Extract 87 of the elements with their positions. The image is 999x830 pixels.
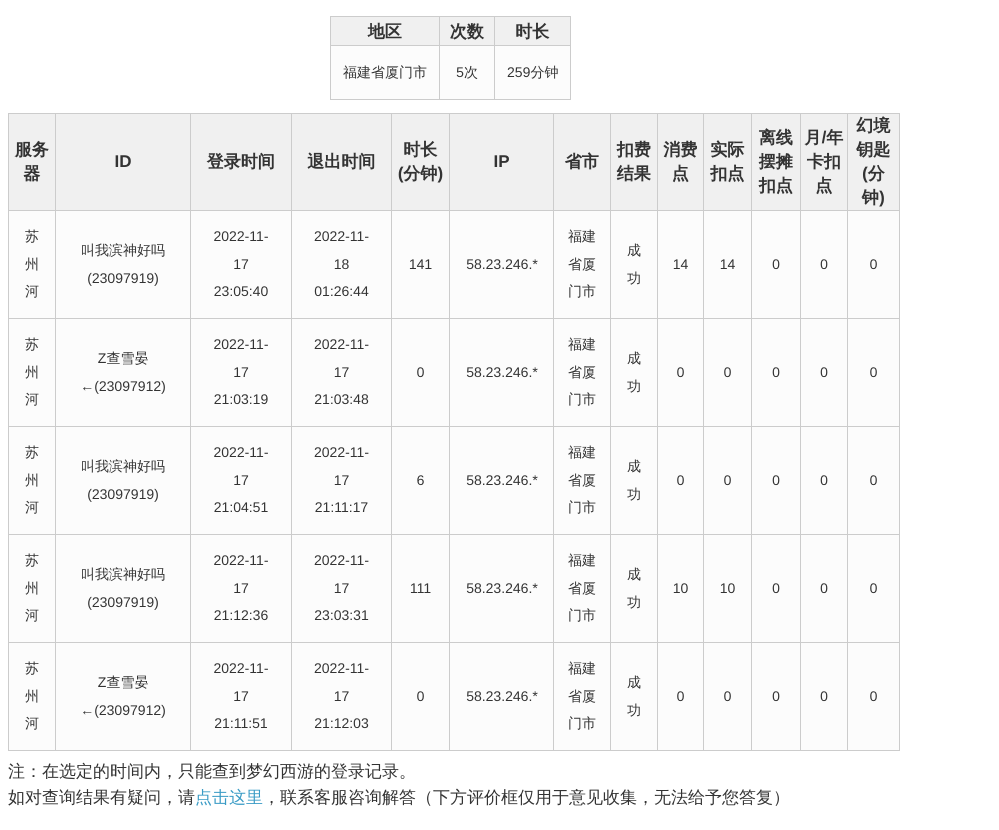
table-cell: 福建省厦门市 [554,426,610,534]
table-cell: Z查雪晏←(23097912) [56,642,190,750]
table-cell: 0 [392,318,450,426]
table-cell: 14 [704,210,752,318]
table-cell: 苏州河 [8,318,56,426]
table-cell: 成功 [610,210,658,318]
table-cell: 0 [658,426,704,534]
column-header: 省市 [554,114,610,210]
note-text: 如对查询结果有疑问，请点击这里，联系客服咨询解答（下方评价框仅用于意见收集，无法给予您答复） [8,787,791,809]
table-cell: 6 [392,426,450,534]
column-header: 消费点 [658,114,704,210]
column-header: 时长 [494,16,571,46]
table-cell: 0 [800,426,848,534]
table-cell: 2022-11-18 01:26:44 [292,210,392,318]
table-cell: 2022-11-17 21:04:51 [190,426,292,534]
table-cell: 111 [392,534,450,642]
table-cell: 0 [800,210,848,318]
table-cell: 0 [658,642,704,750]
column-header: IP [450,114,554,210]
note-text: 注：在选定的时间内，只能查到梦幻西游的登录记录。 [8,761,417,783]
table-cell: 2022-11-17 21:11:17 [292,426,392,534]
table-cell: 10 [658,534,704,642]
table-cell: 苏州河 [8,210,56,318]
table-cell: 福建省厦门市 [554,318,610,426]
table-cell: 0 [704,642,752,750]
table-cell: 福建省厦门市 [330,46,440,100]
table-cell: 0 [752,318,800,426]
table-cell: 0 [704,318,752,426]
click-here-link[interactable]: 点击这里 [195,788,263,807]
table-cell: 0 [704,426,752,534]
table-cell: 叫我滨神好吗(23097919) [56,534,190,642]
table-cell: 2022-11-17 21:12:36 [190,534,292,642]
table-cell: 0 [752,534,800,642]
table-cell: 0 [848,318,900,426]
table-cell: 成功 [610,318,658,426]
column-header: 服务器 [8,114,56,210]
column-header: 地区 [330,16,440,46]
table-cell: 259分钟 [494,46,571,100]
column-header: 实际扣点 [704,114,752,210]
column-header: 扣费结果 [610,114,658,210]
table-cell: 苏州河 [8,426,56,534]
table-cell: 0 [848,534,900,642]
table-cell: 成功 [610,642,658,750]
table-cell: 成功 [610,534,658,642]
table-cell: 5次 [440,46,494,100]
table-cell: 0 [800,534,848,642]
table-cell: 0 [752,210,800,318]
column-header: ID [56,114,190,210]
table-cell: 苏州河 [8,534,56,642]
table-cell: 福建省厦门市 [554,534,610,642]
table-cell: 2022-11-17 21:11:51 [190,642,292,750]
table-cell: 0 [752,642,800,750]
table-cell: 0 [848,426,900,534]
table-cell: 2022-11-17 23:03:31 [292,534,392,642]
table-cell: 10 [704,534,752,642]
table-cell: 14 [658,210,704,318]
table-cell: 成功 [610,426,658,534]
table-cell: 0 [658,318,704,426]
table-cell: 58.23.246.* [450,426,554,534]
column-header: 退出时间 [292,114,392,210]
table-cell: 0 [752,426,800,534]
column-header: 月/年卡扣点 [800,114,848,210]
table-cell: 2022-11-17 23:05:40 [190,210,292,318]
table-cell: 0 [800,318,848,426]
table-cell: 2022-11-17 21:03:48 [292,318,392,426]
table-cell: 2022-11-17 21:03:19 [190,318,292,426]
table-cell: 58.23.246.* [450,210,554,318]
column-header: 幻境钥匙(分钟) [848,114,900,210]
table-cell: 58.23.246.* [450,534,554,642]
column-header: 时长(分钟) [392,114,450,210]
table-cell: 0 [392,642,450,750]
table-cell: Z查雪晏←(23097912) [56,318,190,426]
table-cell: 58.23.246.* [450,642,554,750]
table-cell: 叫我滨神好吗(23097919) [56,210,190,318]
table-cell: 141 [392,210,450,318]
table-cell: 0 [848,210,900,318]
column-header: 次数 [440,16,494,46]
table-cell: 苏州河 [8,642,56,750]
table-cell: 58.23.246.* [450,318,554,426]
column-header: 登录时间 [190,114,292,210]
table-cell: 2022-11-17 21:12:03 [292,642,392,750]
table-cell: 0 [800,642,848,750]
table-cell: 0 [848,642,900,750]
table-cell: 福建省厦门市 [554,210,610,318]
column-header: 离线摆摊扣点 [752,114,800,210]
table-cell: 叫我滨神好吗(23097919) [56,426,190,534]
table-cell: 福建省厦门市 [554,642,610,750]
